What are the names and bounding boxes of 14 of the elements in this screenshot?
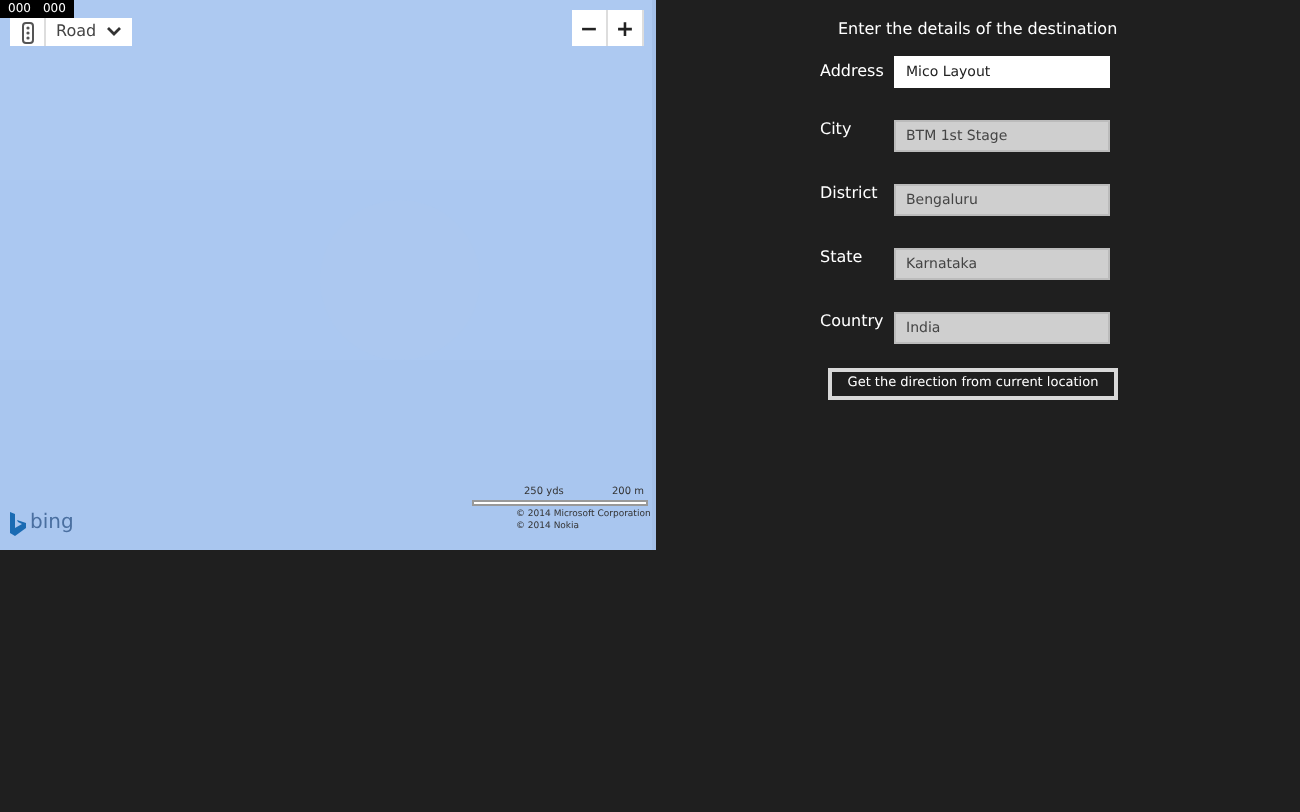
traffic-light-icon — [21, 21, 33, 43]
logo-icon — [10, 512, 26, 536]
field-label: City — [820, 118, 854, 142]
field-label: State — [820, 246, 865, 270]
map-style-value: Road — [54, 20, 99, 44]
field-label: Country — [820, 310, 886, 334]
chevron-down-icon — [106, 26, 123, 38]
form-heading: Enter the details of the destination — [836, 18, 1120, 42]
field-label: Address — [820, 59, 886, 83]
map-style-selector[interactable]: Road — [10, 18, 133, 46]
bing-logo: bing — [30, 514, 74, 534]
zoom-out-button[interactable]: − — [572, 10, 608, 46]
field-label: District — [820, 182, 880, 206]
zoom-in-button[interactable]: + — [608, 10, 644, 46]
